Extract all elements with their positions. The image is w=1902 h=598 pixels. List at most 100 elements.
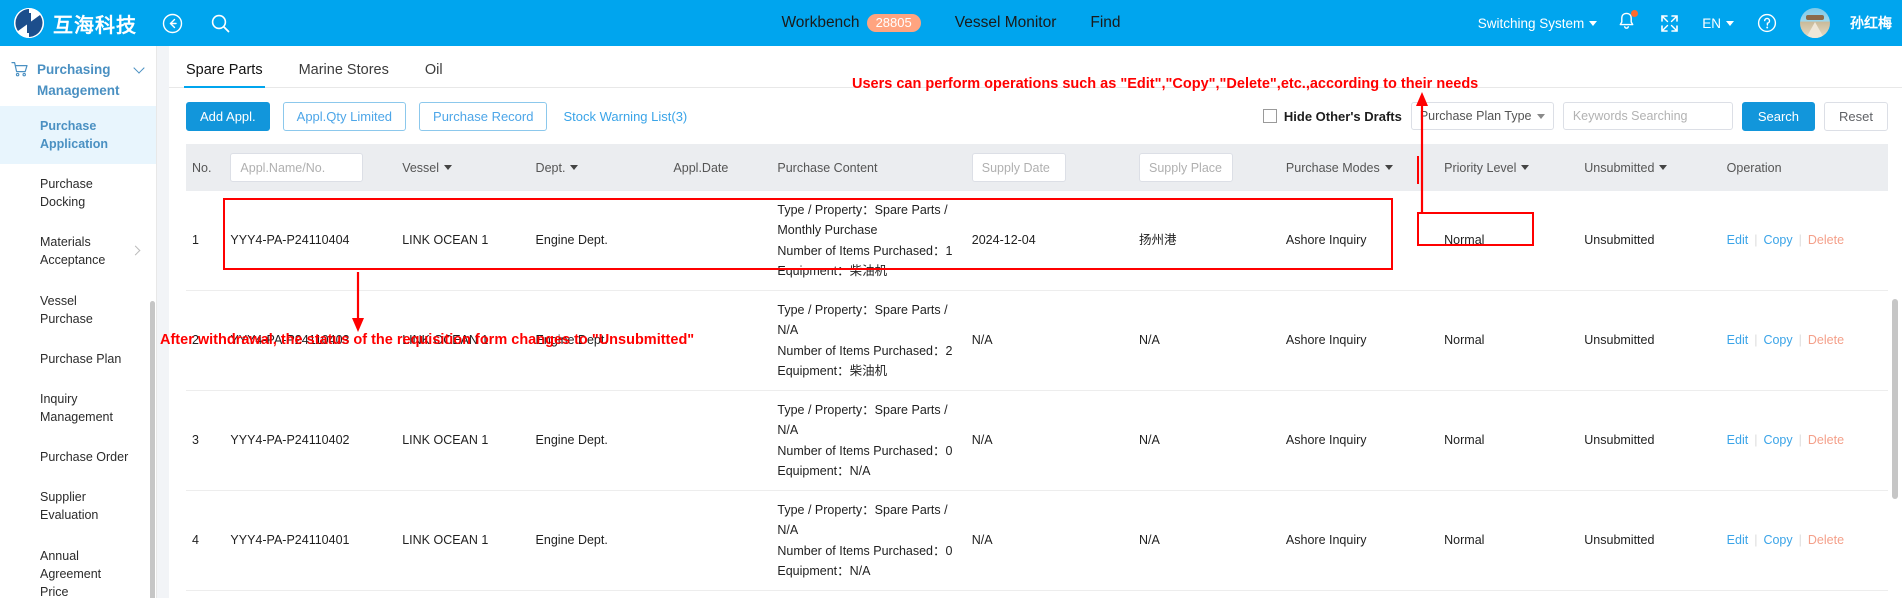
reset-button[interactable]: Reset: [1824, 101, 1888, 131]
brand-name: 互海科技: [53, 14, 137, 37]
purchase-record-button[interactable]: Purchase Record: [419, 101, 548, 131]
switching-system-dropdown[interactable]: Switching System: [1478, 16, 1598, 31]
user-name[interactable]: 孙红梅: [1850, 13, 1892, 33]
appl-name-no-input[interactable]: [230, 153, 364, 182]
th-label: Priority Level: [1444, 160, 1517, 175]
sidebar-item-vessel-purchase[interactable]: Vessel Purchase: [0, 281, 156, 339]
nav-item-vessel-monitor[interactable]: Vessel Monitor: [955, 14, 1057, 32]
tab-label: Spare Parts: [186, 62, 263, 78]
checkbox-box-icon: [1262, 109, 1277, 123]
cell-supply-date: N/A: [965, 290, 1134, 391]
th-no: No.: [186, 144, 225, 191]
purchase-application-table: No. Vessel: [186, 144, 1888, 591]
cell-appl: YYY4-PA-P24110401: [224, 490, 397, 591]
sidebar-item-label: Purchase Order: [40, 450, 129, 465]
table-scrollbar[interactable]: [1892, 299, 1898, 499]
divider: |: [1798, 533, 1802, 548]
sidebar-item-supplier-evaluation[interactable]: Supplier Evaluation: [0, 477, 156, 535]
avatar[interactable]: [1800, 8, 1830, 38]
shopping-cart-icon: [11, 61, 29, 81]
th-priority-level[interactable]: Priority Level: [1438, 144, 1579, 191]
content-items: Number of Items Purchased：2: [777, 343, 953, 358]
hide-others-drafts-checkbox[interactable]: Hide Other's Drafts: [1262, 109, 1402, 124]
tab-oil[interactable]: Oil: [425, 62, 443, 87]
th-supply-place: [1133, 144, 1280, 191]
tab-spare-parts[interactable]: Spare Parts: [184, 62, 265, 88]
sidebar-item-purchase-order[interactable]: Purchase Order: [0, 437, 156, 477]
sidebar-item-purchase-application[interactable]: Purchase Application: [0, 105, 156, 165]
table-row[interactable]: 4 YYY4-PA-P24110401 LINK OCEAN 1 Engine …: [186, 490, 1888, 591]
help-circle-icon[interactable]: [1754, 10, 1780, 36]
nav-item-workbench[interactable]: Workbench 28805: [781, 14, 921, 32]
th-vessel[interactable]: Vessel: [396, 144, 530, 191]
divider: |: [1798, 433, 1802, 448]
chevron-down-icon: [1536, 114, 1545, 119]
cell-appl-date: [667, 191, 772, 291]
sidebar-item-inquiry-management[interactable]: Inquiry Management: [0, 379, 156, 437]
cell-purchase-modes: Ashore Inquiry: [1279, 290, 1439, 391]
add-appl-button[interactable]: Add Appl.: [186, 101, 270, 131]
chevron-right-icon: [130, 246, 141, 256]
nav-label-workbench: Workbench: [781, 14, 860, 31]
supply-place-input[interactable]: [1139, 153, 1234, 182]
cell-operation: Edit | Copy | Delete: [1720, 490, 1888, 591]
cell-appl-date: [667, 490, 772, 591]
divider: |: [1754, 533, 1758, 548]
search-button[interactable]: Search: [1741, 101, 1816, 131]
th-label: Purchase Content: [777, 160, 878, 175]
notification-dot: [1631, 9, 1639, 17]
sidebar-item-purchase-plan[interactable]: Purchase Plan: [0, 339, 156, 379]
content-items: Number of Items Purchased：0: [777, 443, 953, 458]
back-arrow-icon[interactable]: [159, 10, 185, 36]
copy-link[interactable]: Copy: [1763, 330, 1792, 350]
bell-icon[interactable]: [1617, 9, 1639, 36]
nav-item-find[interactable]: Find: [1090, 14, 1120, 32]
appl-qty-limited-button[interactable]: Appl.Qty Limited: [282, 101, 407, 131]
cell-dept: Engine Dept.: [529, 390, 668, 491]
purchase-plan-type-select[interactable]: Purchase Plan Type: [1410, 102, 1554, 130]
edit-link[interactable]: Edit: [1727, 330, 1749, 350]
table-row[interactable]: 3 YYY4-PA-P24110402 LINK OCEAN 1 Engine …: [186, 390, 1888, 491]
stock-warning-list-link[interactable]: Stock Warning List(3): [563, 109, 687, 124]
chevron-down-icon: [1659, 165, 1668, 170]
search-icon[interactable]: [207, 10, 233, 36]
sidebar-item-materials-acceptance[interactable]: Materials Acceptance: [0, 222, 156, 280]
app-root: 互海科技 Workbench 28805 Vessel Monitor Find…: [0, 0, 1902, 598]
table-header-row: No. Vessel: [186, 144, 1888, 191]
sidebar-item-annual-agreement-price[interactable]: Annual Agreement Price: [0, 536, 156, 598]
copy-link[interactable]: Copy: [1763, 230, 1792, 250]
cell-supply-date: N/A: [965, 490, 1134, 591]
sidebar-scrollbar[interactable]: [150, 301, 155, 598]
tab-marine-stores[interactable]: Marine Stores: [299, 62, 389, 87]
th-purchase-modes[interactable]: Purchase Modes: [1279, 144, 1439, 191]
language-selector[interactable]: EN: [1702, 16, 1734, 31]
sidebar-group-purchasing-management[interactable]: Purchasing Management: [0, 46, 156, 106]
delete-link[interactable]: Delete: [1808, 530, 1844, 550]
copy-link[interactable]: Copy: [1763, 430, 1792, 450]
supply-date-input[interactable]: [971, 153, 1066, 182]
content-panel: Spare Parts Marine Stores Oil Add Appl. …: [169, 46, 1902, 598]
main-content: Spare Parts Marine Stores Oil Add Appl. …: [157, 46, 1902, 598]
cell-supply-date: 2024-12-04: [965, 191, 1134, 291]
sidebar-item-purchase-docking[interactable]: Purchase Docking: [0, 164, 156, 222]
th-label: Unsubmitted: [1584, 160, 1655, 175]
copy-link[interactable]: Copy: [1763, 530, 1792, 550]
edit-link[interactable]: Edit: [1727, 230, 1749, 250]
fullscreen-icon[interactable]: [1656, 10, 1682, 36]
delete-link[interactable]: Delete: [1808, 430, 1844, 450]
cell-no: 1: [186, 191, 225, 291]
tab-label: Marine Stores: [298, 62, 389, 78]
th-status[interactable]: Unsubmitted: [1578, 144, 1721, 191]
th-supply-date: [965, 144, 1134, 191]
cell-supply-place: N/A: [1133, 490, 1280, 591]
delete-link[interactable]: Delete: [1808, 330, 1844, 350]
keywords-search-input[interactable]: [1562, 102, 1733, 130]
th-dept[interactable]: Dept.: [529, 144, 668, 191]
table-body: 1 YYY4-PA-P24110404 LINK OCEAN 1 Engine …: [186, 191, 1888, 591]
annotation-mid-note: After withdrawal, the status of the requ…: [160, 332, 695, 348]
edit-link[interactable]: Edit: [1727, 430, 1749, 450]
edit-link[interactable]: Edit: [1727, 530, 1749, 550]
table-row[interactable]: 1 YYY4-PA-P24110404 LINK OCEAN 1 Engine …: [186, 191, 1888, 291]
chevron-down-icon: [570, 165, 579, 170]
delete-link[interactable]: Delete: [1808, 230, 1844, 250]
